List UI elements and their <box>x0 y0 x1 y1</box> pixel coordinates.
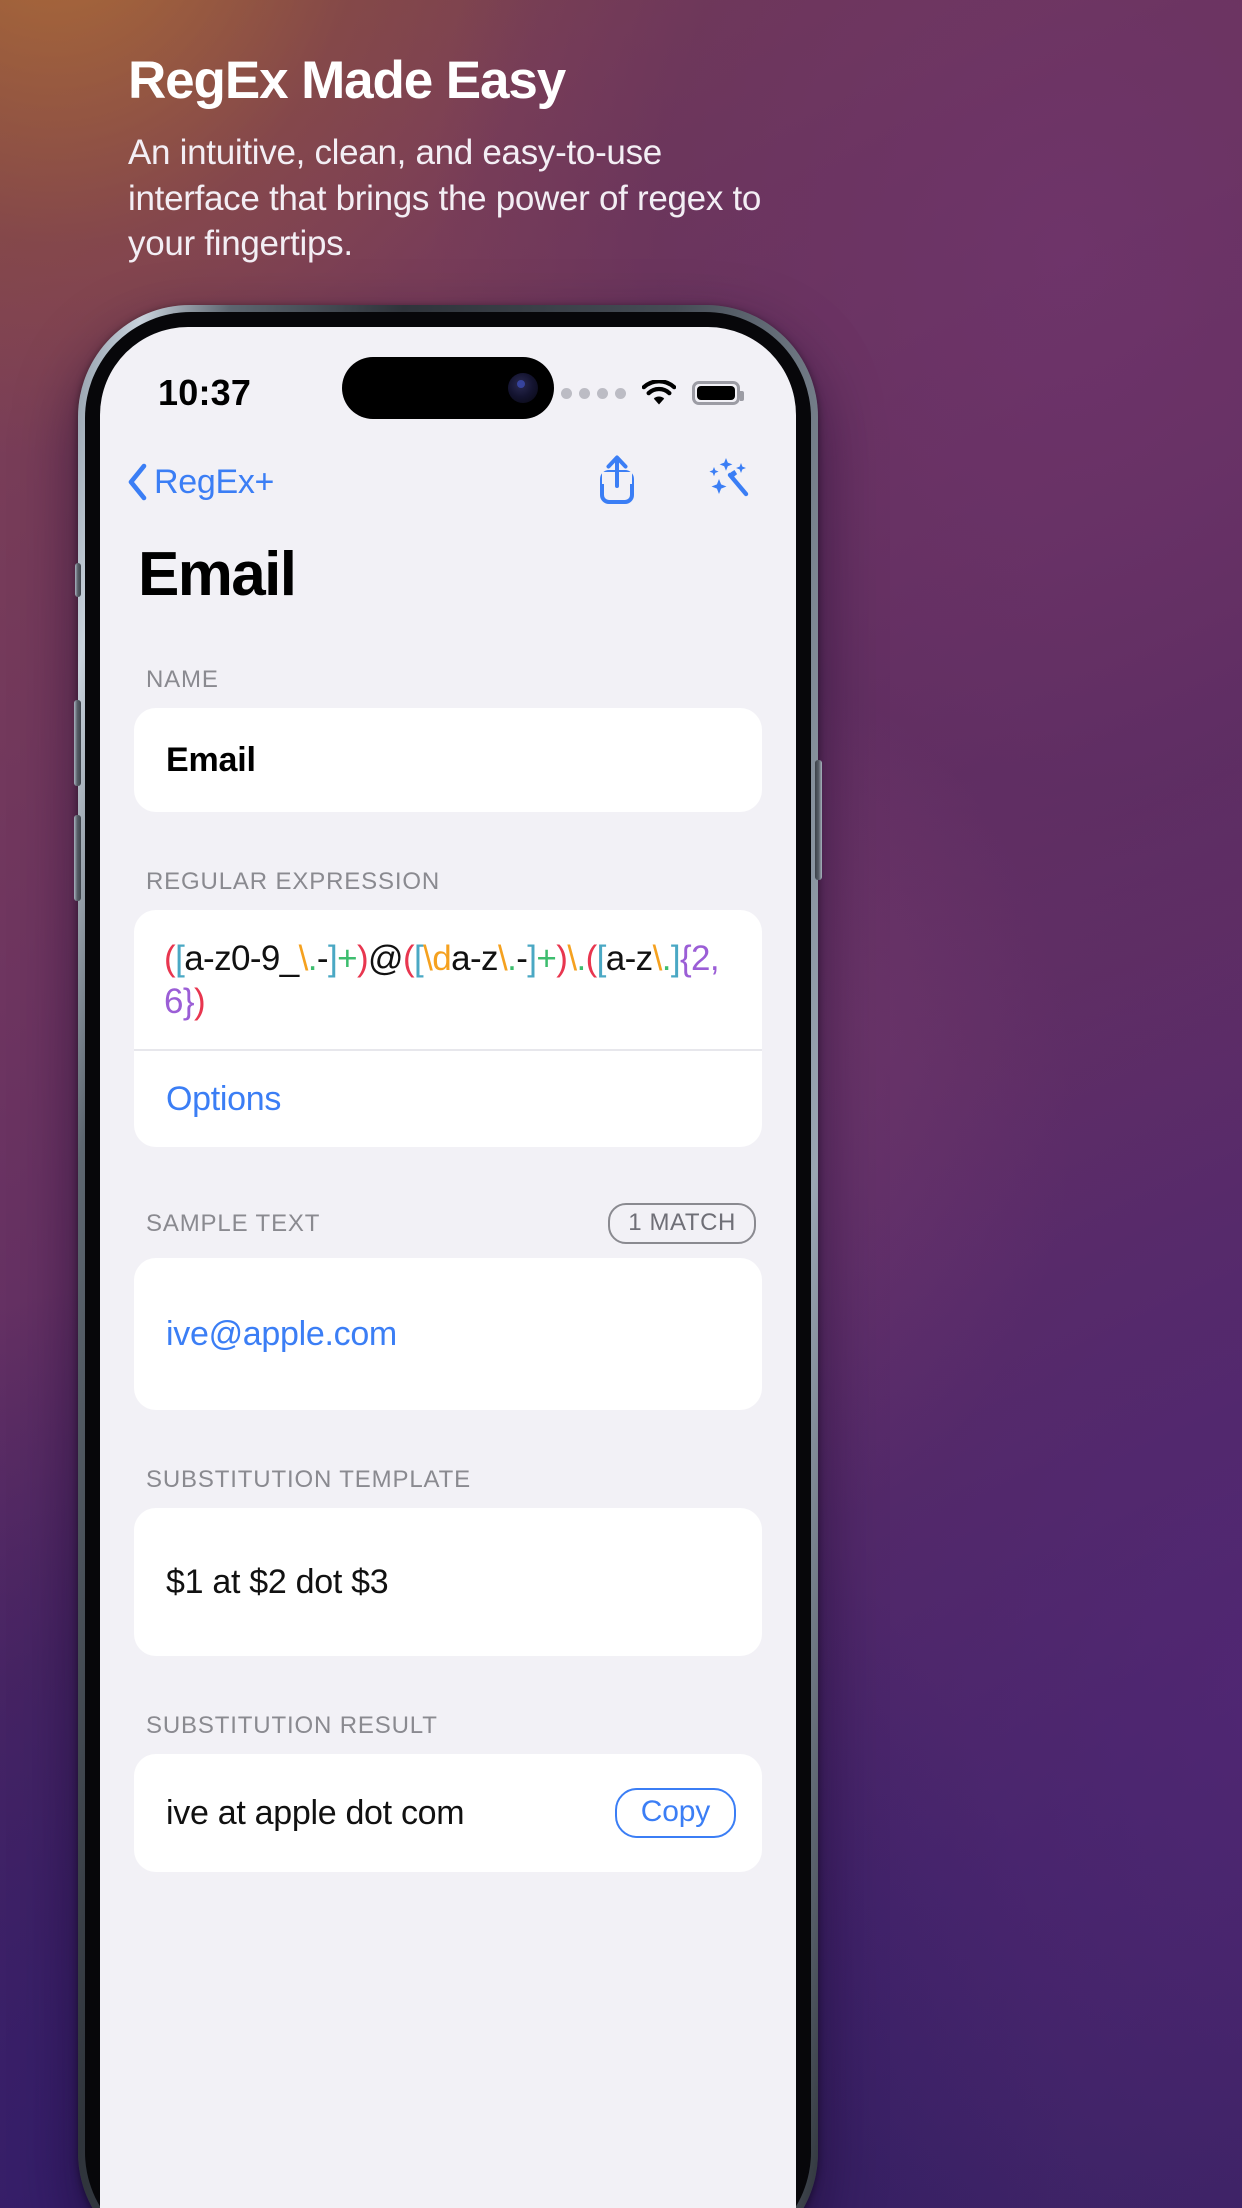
copy-button[interactable]: Copy <box>614 1788 736 1839</box>
phone-mockup: 10:37 RegEx+ Email NAME Email REGULAR EX… <box>74 305 822 2208</box>
regex-token: a-z <box>451 939 498 978</box>
regex-token: . <box>507 939 517 978</box>
sample-text-label: SAMPLE TEXT <box>146 1209 321 1237</box>
regex-token: . <box>576 939 586 978</box>
regex-token: [ <box>414 939 424 978</box>
regex-section: REGULAR EXPRESSION ([a-z0-9_\.-]+)@([\da… <box>134 868 762 1148</box>
signal-dots-icon <box>561 387 626 399</box>
options-button[interactable]: Options <box>134 1051 762 1147</box>
regex-token: ( <box>164 939 176 978</box>
regex-input-value: ([a-z0-9_\.-]+)@([\da-z\.-]+)\.([a-z\.]{… <box>164 938 732 1023</box>
sample-text-section: SAMPLE TEXT 1 MATCH ive@apple.com <box>134 1203 762 1411</box>
battery-full-icon <box>692 381 744 405</box>
back-button[interactable]: RegEx+ <box>126 463 274 502</box>
regex-token: . <box>661 939 672 978</box>
chevron-left-icon <box>126 463 148 501</box>
regex-token: ) <box>193 981 206 1021</box>
regex-token: a-z <box>605 939 653 978</box>
substitution-result-field: ive at apple dot com Copy <box>134 1754 762 1873</box>
phone-screen: 10:37 RegEx+ Email NAME Email REGULAR EX… <box>100 327 796 2208</box>
phone-volume-down-button[interactable] <box>74 815 81 901</box>
share-button[interactable] <box>588 453 646 511</box>
dynamic-island <box>342 357 554 419</box>
name-input-value: Email <box>166 740 256 779</box>
sample-text-input[interactable]: ive@apple.com <box>134 1258 762 1411</box>
regex-token: [ <box>175 939 185 978</box>
regex-token: [ <box>596 939 607 978</box>
regex-token: d <box>432 939 452 978</box>
match-count-badge: 1 MATCH <box>608 1203 756 1245</box>
regex-token: @ <box>368 939 404 978</box>
promo-headline: RegEx Made Easy <box>128 51 566 110</box>
promo-text-block: RegEx Made Easy An intuitive, clean, and… <box>128 51 768 267</box>
regex-token: . <box>307 939 318 978</box>
name-section: NAME Email <box>134 666 762 812</box>
regex-token: + <box>337 939 357 978</box>
regex-token: \ <box>652 939 663 978</box>
sample-text-header: SAMPLE TEXT 1 MATCH <box>146 1203 762 1245</box>
share-icon <box>594 452 640 513</box>
front-camera-icon <box>508 373 538 403</box>
regex-token: + <box>536 939 557 978</box>
phone-volume-up-button[interactable] <box>74 700 81 786</box>
name-input[interactable]: Email <box>134 708 762 812</box>
detail-content: Email NAME Email REGULAR EXPRESSION ([a-… <box>100 525 796 2208</box>
magic-wand-button[interactable] <box>698 453 756 511</box>
regex-token: ( <box>402 939 415 978</box>
substitution-template-input[interactable]: $1 at $2 dot $3 <box>134 1508 762 1657</box>
regex-token: ] <box>327 939 338 978</box>
magic-wand-icon <box>701 454 753 511</box>
regex-token: ( <box>585 939 598 978</box>
regex-token: - <box>316 939 329 978</box>
regex-token: \ <box>298 939 309 978</box>
substitution-result-label: SUBSTITUTION RESULT <box>146 1712 438 1740</box>
regex-token: \ <box>423 939 433 978</box>
back-button-label: RegEx+ <box>154 462 275 501</box>
promo-subheadline: An intuitive, clean, and easy-to-use int… <box>128 133 762 264</box>
regex-input[interactable]: ([a-z0-9_\.-]+)@([\da-z\.-]+)\.([a-z\.]{… <box>134 910 762 1049</box>
regex-token: - <box>516 939 528 978</box>
options-button-label: Options <box>166 1079 282 1118</box>
substitution-template-label: SUBSTITUTION TEMPLATE <box>146 1466 471 1494</box>
substitution-result-value: ive at apple dot com <box>166 1793 465 1832</box>
regex-token: ] <box>670 939 681 978</box>
phone-power-button[interactable] <box>815 760 822 880</box>
status-bar-indicators <box>561 380 744 406</box>
page-title: Email <box>138 540 297 609</box>
regex-section-label: REGULAR EXPRESSION <box>146 868 441 895</box>
wifi-icon <box>642 380 676 406</box>
status-bar-time: 10:37 <box>158 372 252 413</box>
regex-card: ([a-z0-9_\.-]+)@([\da-z\.-]+)\.([a-z\.]{… <box>134 910 762 1148</box>
regex-token: \ <box>497 939 508 978</box>
regex-token: ) <box>356 939 369 978</box>
phone-mute-button[interactable] <box>75 563 81 597</box>
substitution-result-section: SUBSTITUTION RESULT ive at apple dot com… <box>134 1712 762 1873</box>
regex-token: ) <box>556 939 568 978</box>
substitution-template-section: SUBSTITUTION TEMPLATE $1 at $2 dot $3 <box>134 1466 762 1657</box>
navigation-bar: RegEx+ <box>100 439 796 525</box>
regex-token: a-z0-9_ <box>184 939 299 978</box>
substitution-template-value: $1 at $2 dot $3 <box>166 1562 389 1601</box>
sample-text-value: ive@apple.com <box>166 1314 397 1353</box>
name-section-label: NAME <box>146 666 219 693</box>
